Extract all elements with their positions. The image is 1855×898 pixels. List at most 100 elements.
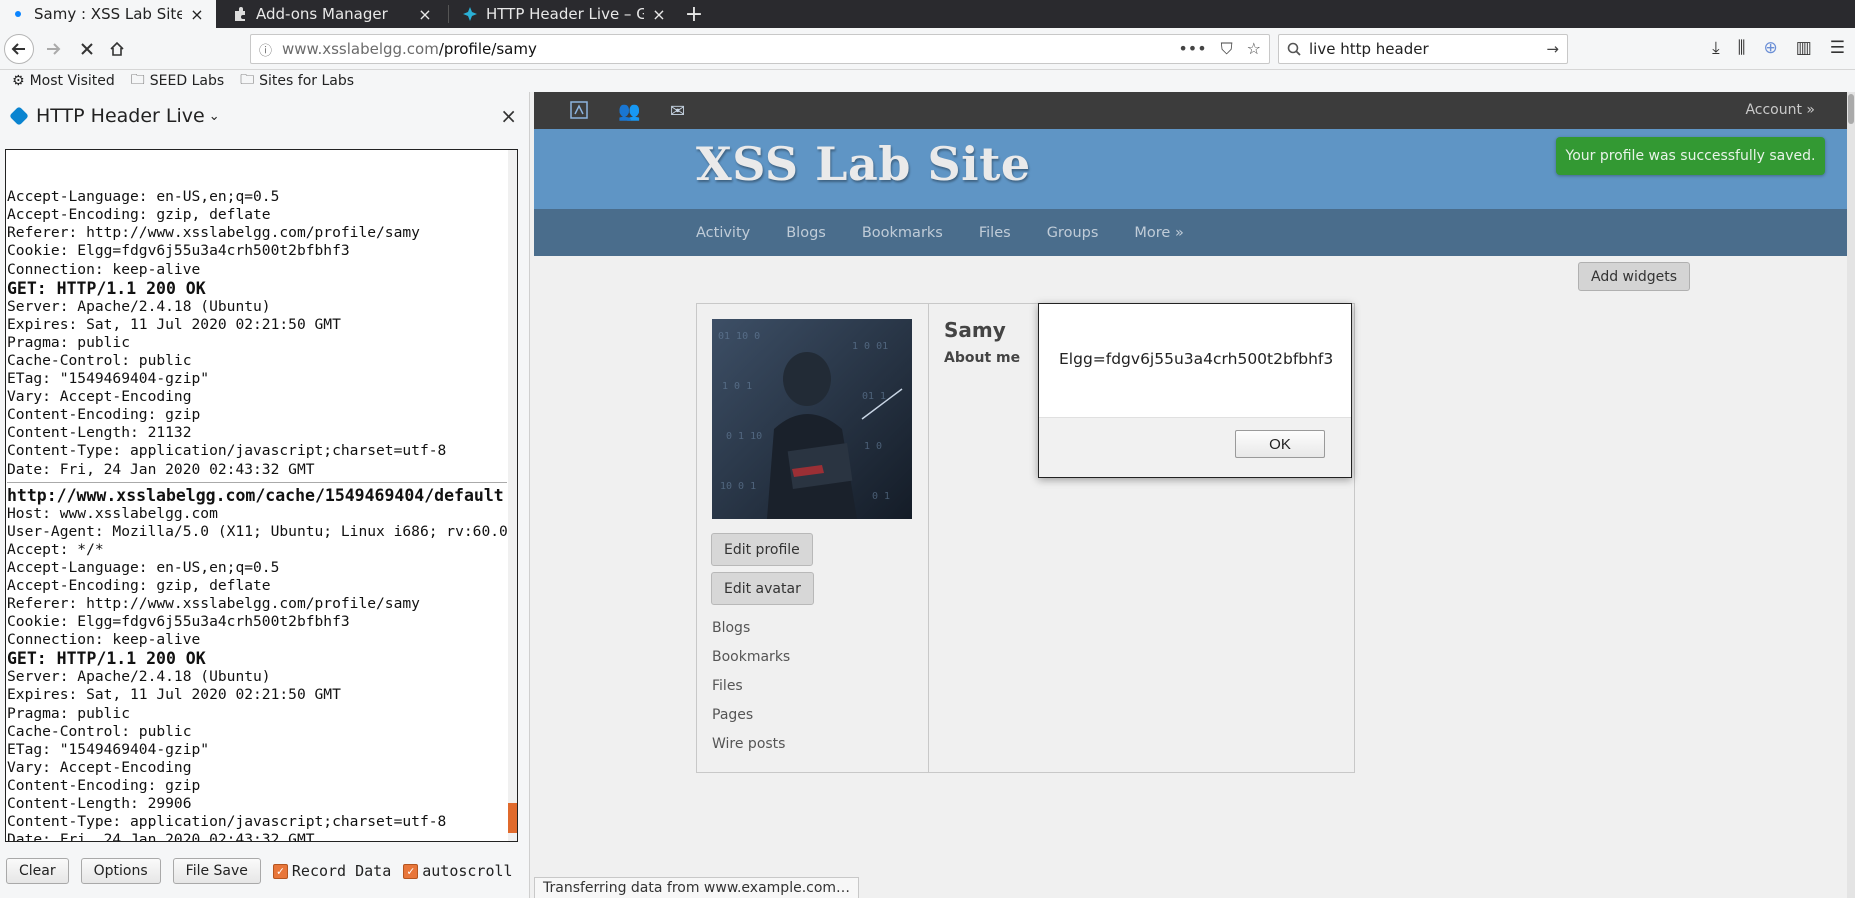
menu-more[interactable]: More » — [1134, 225, 1183, 241]
sidebar-close-button[interactable]: × — [500, 104, 517, 128]
menu-bookmarks[interactable]: Bookmarks — [862, 225, 943, 241]
bookmark-label: SEED Labs — [149, 73, 225, 89]
menu-files[interactable]: Files — [979, 225, 1011, 241]
scroll-thumb[interactable] — [508, 803, 517, 833]
back-button[interactable] — [4, 34, 34, 64]
about-me-label: About me — [944, 350, 1021, 366]
chevron-down-icon[interactable]: ⌄ — [209, 109, 220, 124]
page-scrollbar[interactable] — [1847, 92, 1855, 898]
search-input[interactable]: live http header — [1309, 40, 1429, 58]
log-line: Accept-Encoding: gzip, deflate — [7, 206, 271, 224]
log-line: Referer: http://www.xsslabelgg.com/profi… — [7, 224, 420, 242]
log-line: Pragma: public — [7, 704, 131, 722]
log-line: Vary: Accept-Encoding — [7, 758, 192, 776]
mail-icon[interactable]: ✉ — [670, 101, 685, 122]
hacker-avatar-image: 01 10 0 1 0 01 1 0 1 01 1 0 1 10 1 0 10 0 1… — [712, 319, 912, 519]
svg-text:1 0 01: 1 0 01 — [852, 341, 888, 352]
pocket-icon[interactable]: ⛉ — [1221, 39, 1233, 59]
svg-text:10 0 1: 10 0 1 — [720, 481, 756, 492]
back-arrow-icon — [11, 43, 25, 55]
url-bar[interactable]: ⓘ www.xsslabelgg.com/profile/samy ••• ⛉ … — [250, 34, 1270, 64]
tab-title: Samy : XSS Lab Site — [34, 5, 182, 23]
log-heading-line: http://www.xsslabelgg.com/cache/15494694… — [7, 485, 504, 505]
home-button[interactable] — [102, 34, 132, 64]
ok-button[interactable]: OK — [1235, 430, 1325, 458]
profile-link-files[interactable]: Files — [712, 678, 743, 694]
site-title[interactable]: XSS Lab Site — [696, 137, 1031, 191]
menu-groups[interactable]: Groups — [1047, 225, 1099, 241]
options-button[interactable]: Options — [80, 858, 161, 884]
edit-avatar-button[interactable]: Edit avatar — [711, 572, 814, 605]
log-line: Accept-Encoding: gzip, deflate — [7, 576, 271, 594]
url-path: /profile/samy — [438, 40, 537, 58]
record-data-checkbox[interactable]: ✓ Record Data — [272, 862, 391, 880]
menu-activity[interactable]: Activity — [696, 225, 750, 241]
status-bar: Transferring data from www.example.com… — [534, 877, 860, 898]
header-log[interactable]: Accept-Language: en-US,en;q=0.5 Accept-En… — [5, 149, 518, 842]
svg-text:01 1: 01 1 — [862, 391, 886, 402]
log-line: Cache-Control: public — [7, 351, 192, 369]
search-go-icon[interactable]: → — [1546, 40, 1559, 58]
hamburger-menu-icon[interactable]: ☰ — [1830, 38, 1845, 58]
download-icon[interactable]: ⤓ — [1712, 38, 1720, 58]
search-bar[interactable]: live http header → — [1278, 34, 1568, 64]
gear-icon: ⚙ — [12, 73, 25, 89]
close-icon[interactable]: × — [416, 5, 434, 24]
profile-link-bookmarks[interactable]: Bookmarks — [712, 649, 790, 665]
log-line: Cache-Control: public — [7, 722, 192, 740]
alert-footer: OK — [1039, 417, 1351, 477]
url-text: www.xsslabelgg.com/profile/samy — [282, 40, 537, 58]
log-line: Accept-Language: en-US,en;q=0.5 — [7, 558, 280, 576]
edit-profile-button[interactable]: Edit profile — [711, 533, 813, 566]
log-line: ETag: "1549469404-gzip" — [7, 370, 210, 388]
profile-link-blogs[interactable]: Blogs — [712, 620, 750, 636]
check-icon[interactable]: ✓ — [272, 863, 288, 879]
account-menu[interactable]: Account » — [1745, 102, 1815, 118]
close-icon[interactable]: × — [188, 5, 206, 24]
log-heading-line: GET: HTTP/1.1 200 OK — [7, 278, 206, 298]
tab-addons[interactable]: Add-ons Manager × — [222, 0, 444, 28]
sidebar-title[interactable]: HTTP Header Live — [36, 105, 205, 127]
info-icon[interactable]: ⓘ — [259, 40, 272, 59]
extension-globe-icon[interactable]: ⊕ — [1763, 38, 1777, 58]
profile-link-wire-posts[interactable]: Wire posts — [712, 736, 785, 752]
friends-icon[interactable]: 👥 — [618, 101, 640, 122]
new-tab-button[interactable]: + — [680, 0, 708, 28]
success-message[interactable]: Your profile was successfully saved. — [1556, 137, 1825, 175]
bookmark-sites-for-labs[interactable]: 🗀 Sites for Labs — [240, 69, 354, 93]
menu-blogs[interactable]: Blogs — [786, 225, 826, 241]
log-line: Content-Type: application/javascript;cha… — [7, 813, 447, 831]
bookmark-star-icon[interactable]: ☆ — [1247, 39, 1261, 59]
profile-link-pages[interactable]: Pages — [712, 707, 753, 723]
check-icon[interactable]: ✓ — [403, 863, 419, 879]
forward-arrow-icon — [47, 43, 61, 55]
sidebar-toggle-icon[interactable]: ▥ — [1796, 38, 1812, 58]
library-icon[interactable]: ⫼ — [1738, 38, 1746, 58]
file-save-button[interactable]: File Save — [172, 858, 261, 884]
bookmark-seed-labs[interactable]: 🗀 SEED Labs — [131, 69, 224, 93]
stop-button[interactable] — [72, 34, 102, 64]
bookmark-most-visited[interactable]: ⚙ Most Visited — [12, 73, 115, 89]
nav-bar: ⓘ www.xsslabelgg.com/profile/samy ••• ⛉ … — [0, 28, 1855, 70]
close-icon[interactable]: × — [650, 5, 668, 24]
tab-http-header-live[interactable]: HTTP Header Live – Get × — [452, 0, 678, 28]
tab-samy[interactable]: Samy : XSS Lab Site × — [0, 0, 216, 28]
log-line: Pragma: public — [7, 333, 131, 351]
bookmarks-bar: ⚙ Most Visited 🗀 SEED Labs 🗀 Sites for Labs — [0, 70, 1855, 92]
site-topbar: 👥 ✉ Account » — [534, 92, 1847, 129]
log-line: Date: Fri, 24 Jan 2020 02:43:32 GMT — [7, 460, 315, 478]
elgg-logo-icon[interactable] — [570, 101, 588, 124]
forward-button[interactable] — [38, 34, 68, 64]
log-line: Content-Length: 29906 — [7, 795, 192, 812]
toolbar-icons: ⤓ ⫼ ⊕ ▥ ☰ — [1712, 38, 1845, 58]
autoscroll-checkbox[interactable]: ✓ autoscroll — [403, 862, 513, 880]
add-widgets-button[interactable]: Add widgets — [1578, 262, 1691, 291]
url-actions: ••• ⛉ ☆ — [1178, 39, 1261, 59]
clear-button[interactable]: Clear — [6, 858, 69, 884]
folder-icon: 🗀 — [240, 72, 255, 88]
avatar[interactable]: 01 10 0 1 0 01 1 0 1 01 1 0 1 10 1 0 10 0 1… — [712, 319, 912, 519]
scroll-thumb[interactable] — [1848, 94, 1854, 124]
page-actions-button[interactable]: ••• — [1178, 39, 1206, 59]
log-scrollbar[interactable] — [508, 150, 517, 841]
log-line: Server: Apache/2.4.18 (Ubuntu) — [7, 297, 271, 315]
